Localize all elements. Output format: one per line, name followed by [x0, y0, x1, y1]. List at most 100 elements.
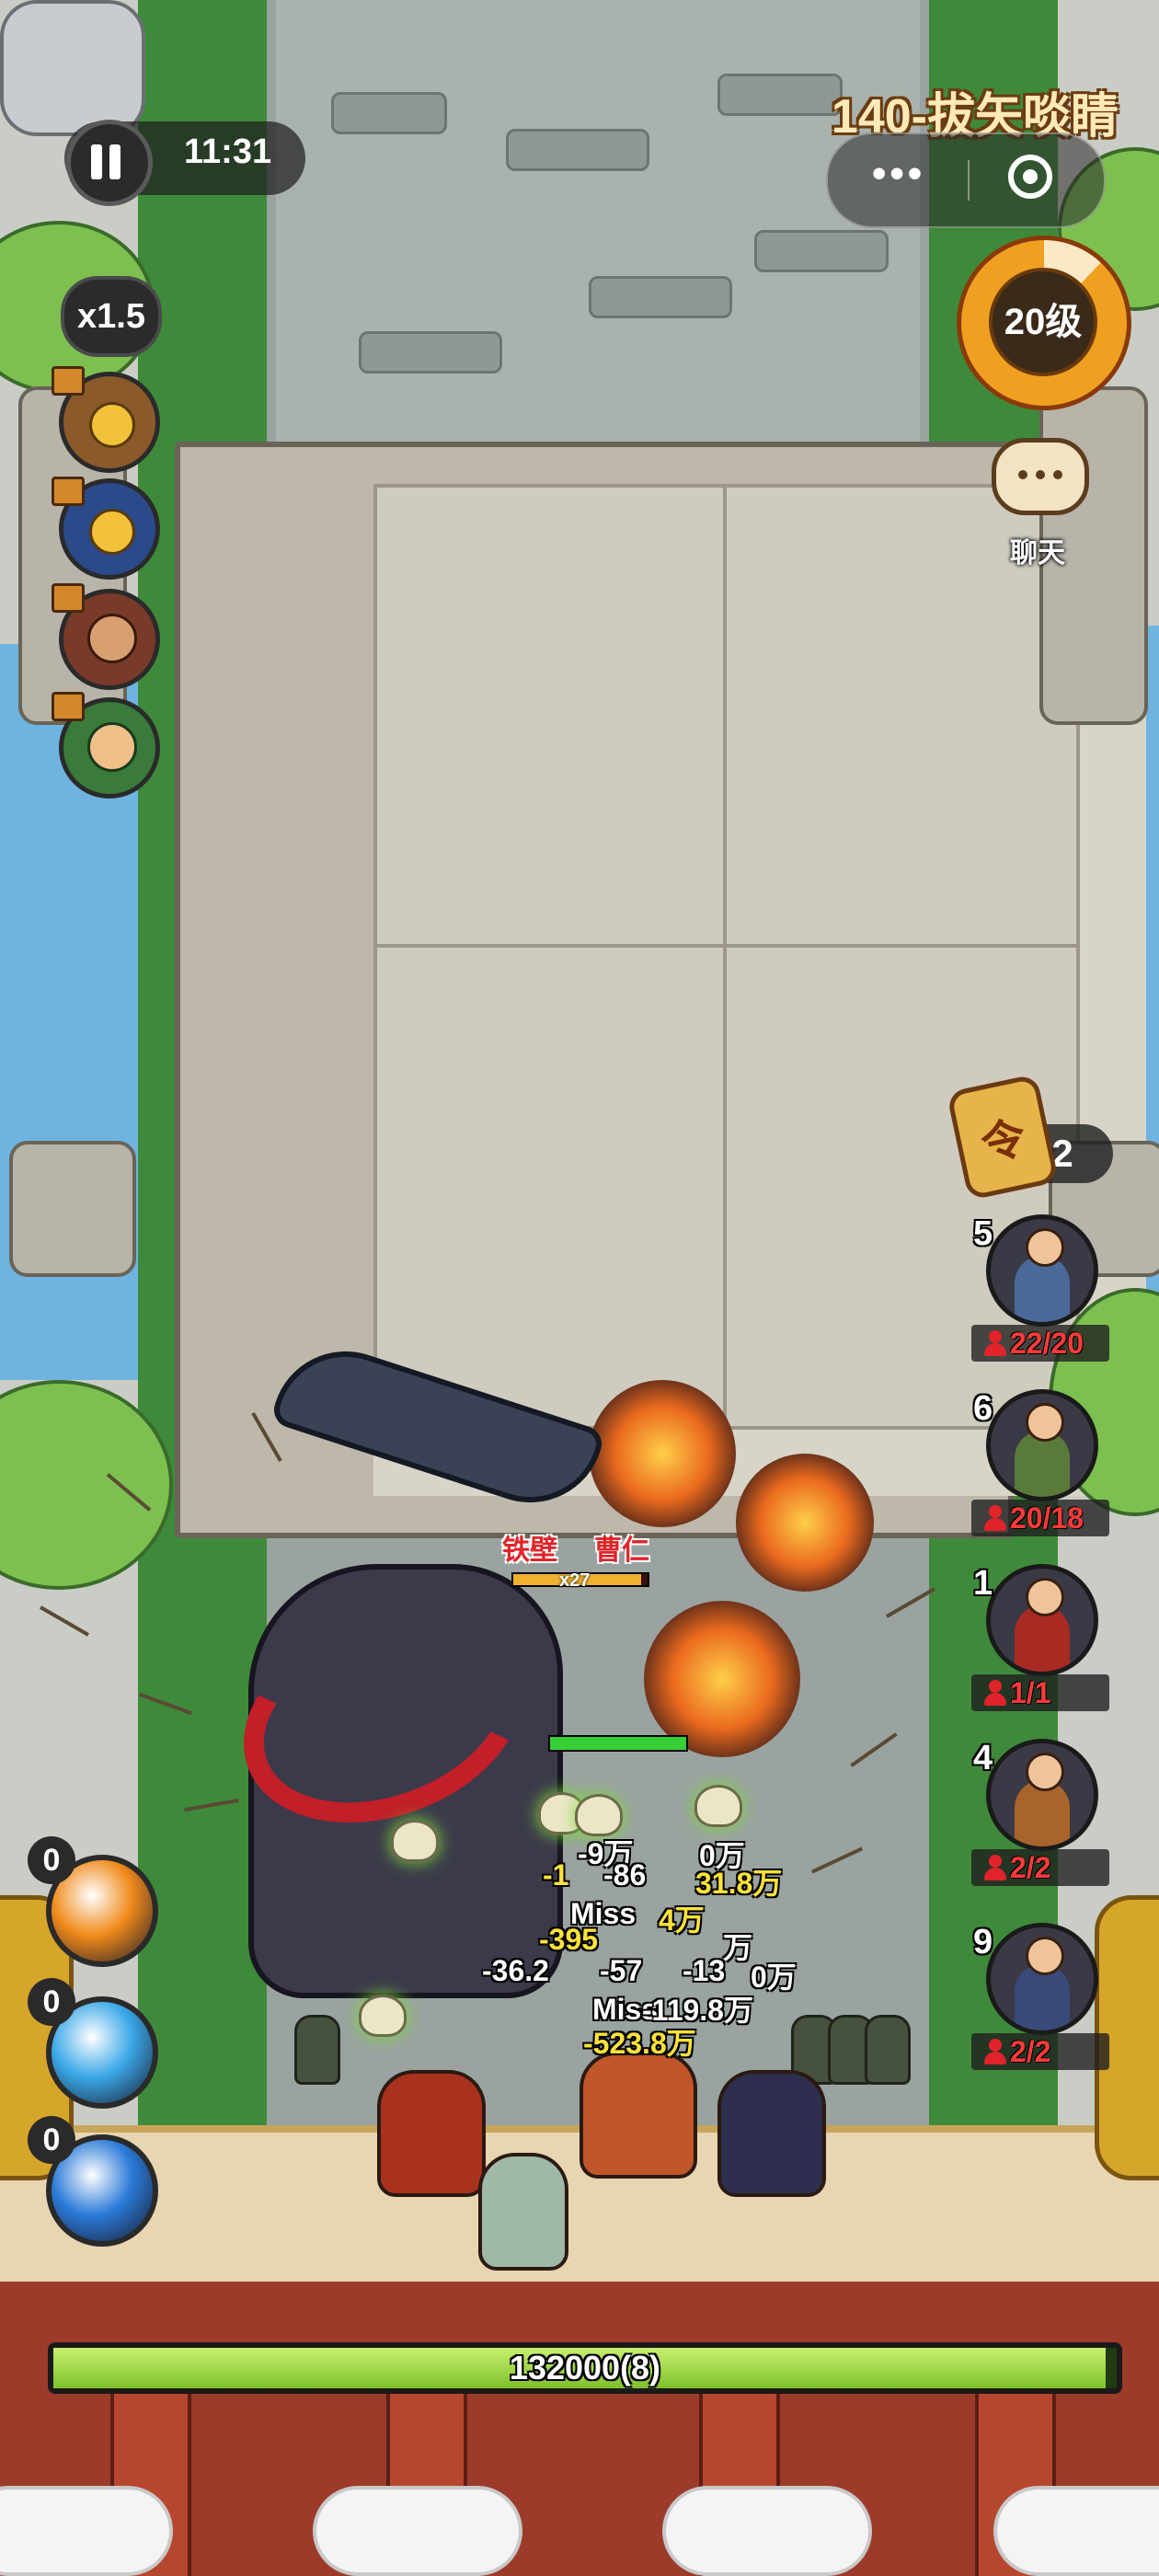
person-icon	[982, 1505, 1008, 1531]
cloud	[0, 2486, 173, 2576]
unit-count: 2/2	[1010, 2035, 1051, 2068]
wall-brick	[359, 331, 502, 374]
soldier	[294, 2015, 340, 2085]
command-token-glyph: 令	[977, 1113, 1031, 1171]
cloud	[313, 2486, 522, 2576]
game-stage[interactable]: 铁壁 曹仁 x27 -9万 0万 -1 -86 31.8万 Miss 4万 -395 万 -36.…	[0, 0, 1159, 2576]
hero-dark-knight[interactable]	[717, 2070, 826, 2197]
lock-icon	[89, 402, 135, 448]
chest-icon	[52, 692, 85, 721]
unit-card[interactable]: 6 20/18	[971, 1389, 1109, 1536]
gate-slab	[373, 484, 730, 951]
unit-count-bar: 2/2	[971, 2033, 1109, 2070]
unit-count-bar: 1/1	[971, 1674, 1109, 1711]
unit-card[interactable]: 5 22/20	[971, 1214, 1109, 1362]
damage-number: -36.2	[482, 1954, 549, 1987]
hero-portrait-bearded-general-icon	[87, 614, 137, 663]
soldier	[865, 2015, 911, 2085]
arrow-projectile	[40, 1605, 89, 1637]
power-count: 0	[28, 1978, 75, 2026]
unit-hp-fill	[550, 1737, 686, 1750]
mini-program-capsule: •••	[826, 132, 1106, 228]
boss-hp-multiplier: x27	[559, 1570, 591, 1591]
unit-count-bar: 22/20	[971, 1325, 1109, 1362]
hero-guanyu[interactable]	[377, 2070, 486, 2197]
chest-icon	[52, 583, 85, 613]
damage-number: -86	[603, 1858, 647, 1892]
unit-card[interactable]: 4 2/2	[971, 1739, 1109, 1886]
more-options-icon[interactable]: •••	[872, 151, 925, 197]
explosion-effect	[736, 1454, 874, 1592]
damage-number: -57	[600, 1954, 643, 1987]
base-hp-bar: 132000(8)	[48, 2342, 1122, 2394]
pause-icon	[91, 144, 102, 179]
unit-head	[1026, 1753, 1064, 1791]
chat-label: 聊天	[1010, 538, 1065, 569]
unit-portrait	[986, 1739, 1098, 1851]
steamed-bun-enemy	[359, 1995, 407, 2037]
damage-number: 31.8万	[695, 1867, 783, 1900]
unit-head	[1026, 1937, 1064, 1975]
close-target-icon[interactable]	[1008, 155, 1052, 199]
person-icon	[982, 2039, 1008, 2064]
player-level-ring[interactable]: 20级	[957, 236, 1131, 410]
steamed-bun-enemy	[694, 1785, 742, 1827]
damage-number: -1	[543, 1858, 569, 1892]
chat-button[interactable]: 聊天	[982, 438, 1093, 569]
unit-card[interactable]: 9 2/2	[971, 1923, 1109, 2070]
unit-count: 2/2	[1010, 1851, 1051, 1884]
unit-level: 1	[973, 1564, 993, 1603]
gate-slab	[373, 944, 730, 1430]
unit-hp-bar	[548, 1735, 688, 1752]
damage-number: 0万	[751, 1961, 797, 1994]
damage-number: -395	[539, 1923, 599, 1956]
wall-brick	[589, 276, 732, 318]
stone-lantern	[9, 1141, 136, 1277]
power-skill-button[interactable]: 0	[28, 2116, 158, 2247]
damage-number: 万	[723, 1931, 753, 1964]
power-count: 0	[28, 2116, 75, 2164]
unit-level: 5	[973, 1214, 993, 1253]
rock	[0, 0, 145, 136]
boss-title: 铁壁	[502, 1535, 557, 1566]
base-hp-text: 132000(8)	[509, 2349, 661, 2386]
lock-icon	[89, 509, 135, 555]
cloud	[662, 2486, 872, 2576]
wall-brick	[331, 92, 447, 134]
damage-number: -523.8万	[583, 2027, 696, 2060]
hero-strategist[interactable]	[478, 2153, 568, 2271]
chat-bubble-icon	[992, 438, 1089, 515]
hero-rider[interactable]	[580, 2052, 697, 2179]
chest-icon	[52, 477, 85, 506]
person-icon	[982, 1855, 1008, 1880]
damage-number: -13	[683, 1954, 726, 1987]
power-skill-button[interactable]: 0	[28, 1836, 158, 1967]
unit-card[interactable]: 1 1/1	[971, 1564, 1109, 1711]
wall-brick	[717, 74, 843, 116]
unit-level: 6	[973, 1389, 993, 1428]
unit-head	[1026, 1403, 1064, 1442]
unit-portrait	[986, 1389, 1098, 1501]
unit-level: 4	[973, 1739, 993, 1777]
unit-count: 22/20	[1010, 1327, 1084, 1360]
unit-head	[1026, 1578, 1064, 1616]
power-skill-button[interactable]: 0	[28, 1978, 158, 2109]
unit-count: 20/18	[1010, 1501, 1084, 1535]
speed-toggle-button[interactable]: x1.5	[61, 276, 162, 357]
damage-number: 4万	[659, 1903, 705, 1937]
unit-count-bar: 20/18	[971, 1500, 1109, 1536]
unit-level: 9	[973, 1923, 993, 1961]
hero-portrait-green-warrior-icon	[87, 722, 137, 772]
pause-button[interactable]	[66, 120, 153, 206]
power-count: 0	[28, 1836, 75, 1884]
stone-wall	[276, 0, 920, 442]
explosion-effect	[644, 1601, 800, 1757]
person-icon	[982, 1330, 1008, 1356]
chest-icon	[52, 366, 85, 396]
battle-timer: 11:31	[184, 132, 272, 171]
steamed-bun-enemy	[391, 1820, 439, 1862]
unit-portrait	[986, 1214, 1098, 1327]
explosion-effect	[589, 1380, 736, 1527]
unit-portrait	[986, 1923, 1098, 2035]
unit-head	[1026, 1228, 1064, 1267]
